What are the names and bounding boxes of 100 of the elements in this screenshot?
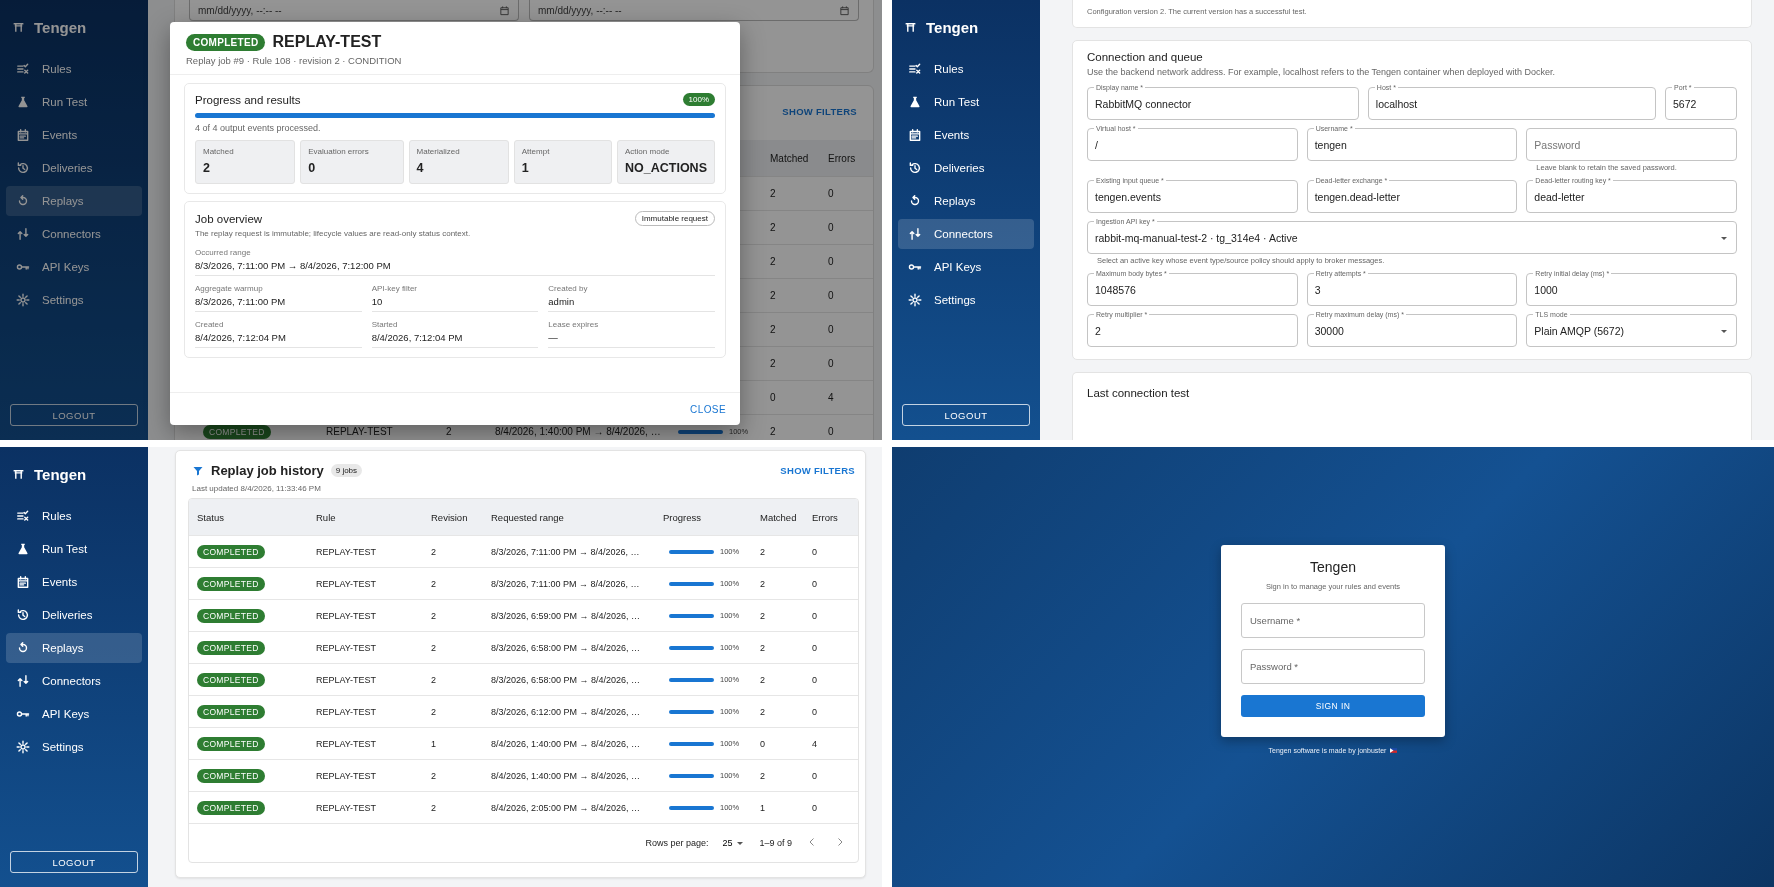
- table-cell-text: REPLAY-TEST: [325, 426, 394, 437]
- table-cell-text: 8/3/2026, 7:11:00 PM → 8/4/2026, …: [490, 546, 641, 557]
- card-description: Use the backend network address. For example, localhost refers to the Tengen container when deployed with Docker.: [1087, 67, 1557, 77]
- table-cell-text: 2: [445, 426, 453, 437]
- stat-value: 2: [203, 161, 211, 175]
- table-cell-text: 2: [759, 706, 766, 717]
- close-button[interactable]: CLOSE: [686, 399, 730, 419]
- stat-label: Evaluation errors: [308, 147, 370, 156]
- nav-item[interactable]: Rules: [6, 53, 142, 84]
- logout-button[interactable]: LOGOUT: [10, 404, 138, 426]
- table-cell-text: 2: [759, 770, 766, 781]
- login-title: Tengen: [1309, 559, 1357, 575]
- nav-item[interactable]: API Keys: [6, 251, 142, 282]
- table-cell-text: 0: [827, 290, 835, 301]
- table-cell-text: REPLAY-TEST: [315, 706, 378, 717]
- table-cell-text: 8/3/2026, 6:12:00 PM → 8/4/2026, …: [490, 706, 642, 717]
- nav-item[interactable]: API Keys: [6, 698, 142, 729]
- password-field[interactable]: Password: [1526, 124, 1737, 161]
- history-icon: [908, 160, 922, 175]
- table-cell-text: 8/4/2026, 1:40:00 PM → 8/4/2026, …: [490, 770, 642, 781]
- table-cell-text: 0: [827, 188, 835, 199]
- app-name: Tengen: [34, 465, 87, 483]
- status-badge: COMPLETED: [197, 608, 265, 623]
- nav-item[interactable]: Replays: [6, 632, 142, 663]
- table-cell-text: REPLAY-TEST: [315, 578, 378, 589]
- nav-item[interactable]: Events: [898, 119, 1034, 150]
- connector-icon: [908, 226, 922, 241]
- nav-item[interactable]: Settings: [6, 284, 142, 315]
- table-cell-text: 8/4/2026, 2:05:00 PM → 8/4/2026, …: [490, 802, 642, 813]
- progress-summary: 4 of 4 output events processed.: [195, 123, 322, 133]
- app-name: Tengen: [34, 18, 87, 36]
- rows-per-page-label: Rows per page:: [645, 838, 709, 848]
- nav-item[interactable]: Rules: [6, 500, 142, 531]
- table-cell-text: 2: [769, 256, 777, 267]
- gate-icon: [12, 20, 25, 34]
- app-name: Tengen: [926, 18, 979, 36]
- history-icon: [16, 607, 30, 622]
- page-range: 1–9 of 9: [759, 838, 792, 848]
- table-cell-text: 2: [430, 674, 437, 685]
- date-field[interactable]: mm/dd/yyyy, --:-- --: [529, 0, 859, 21]
- sign-in-button[interactable]: SIGN IN: [1241, 695, 1425, 717]
- column-header: Rule: [315, 511, 337, 523]
- nav-item[interactable]: Rules: [898, 53, 1034, 84]
- password-field[interactable]: Password *: [1241, 649, 1425, 684]
- dialog-subtitle: Replay job #9 · Rule 108 · revision 2 · CONDITION: [186, 55, 403, 66]
- column-header: Errors: [827, 152, 857, 164]
- table-cell-text: 2: [430, 706, 437, 717]
- logout-button[interactable]: LOGOUT: [10, 851, 138, 873]
- card-title: Replay job history: [211, 463, 324, 478]
- nav-item[interactable]: Replays: [898, 185, 1034, 216]
- table-cell-text: 8/3/2026, 7:11:00 PM → 8/4/2026, …: [490, 578, 641, 589]
- table-cell-text: 0: [811, 770, 818, 781]
- nav-item[interactable]: Settings: [898, 284, 1034, 315]
- nav-item[interactable]: Deliveries: [898, 152, 1034, 183]
- replay-icon: [908, 193, 922, 208]
- flask-icon: [16, 541, 30, 556]
- table-cell-text: 0: [811, 802, 818, 813]
- nav-item[interactable]: Deliveries: [6, 599, 142, 630]
- nav-item[interactable]: Events: [6, 566, 142, 597]
- table-cell-text: 0: [827, 358, 835, 369]
- calendar-icon: [839, 4, 850, 16]
- rows-per-page-select[interactable]: 25: [722, 838, 746, 848]
- flag-icon: [1390, 748, 1398, 753]
- nav-item[interactable]: Deliveries: [6, 152, 142, 183]
- table-cell-text: 2: [759, 546, 766, 557]
- nav-item[interactable]: Connectors: [6, 218, 142, 249]
- date-field[interactable]: mm/dd/yyyy, --:-- --: [189, 0, 519, 21]
- logout-button[interactable]: LOGOUT: [902, 404, 1030, 426]
- table-cell-text: 0: [827, 256, 835, 267]
- table-cell-text: 2: [430, 802, 437, 813]
- table-cell-text: REPLAY-TEST: [315, 674, 378, 685]
- column-header: Progress: [662, 511, 702, 523]
- table-cell-text: REPLAY-TEST: [315, 642, 378, 653]
- nav-item[interactable]: Run Test: [6, 533, 142, 564]
- table-cell-text: 0: [811, 674, 818, 685]
- history-icon: [16, 160, 30, 175]
- show-filters-link[interactable]: SHOW FILTERS: [780, 465, 855, 476]
- detail-label: API-key filter: [371, 284, 418, 293]
- nav-item[interactable]: API Keys: [898, 251, 1034, 282]
- connector-icon: [16, 673, 30, 688]
- table-cell-text: 0: [827, 222, 835, 233]
- table-cell-text: REPLAY-TEST: [315, 610, 378, 621]
- nav-item[interactable]: Connectors: [898, 218, 1034, 249]
- gate-icon: [904, 20, 917, 34]
- table-cell-text: 2: [769, 222, 777, 233]
- card-title: Connection and queue: [1087, 51, 1204, 63]
- nav-item[interactable]: Events: [6, 119, 142, 150]
- nav-item[interactable]: Run Test: [898, 86, 1034, 117]
- table-cell-text: 8/4/2026, 1:40:00 PM → 8/4/2026, …: [495, 426, 662, 437]
- connector-icon: [16, 226, 30, 241]
- nav-item[interactable]: Settings: [6, 731, 142, 762]
- nav-item[interactable]: Run Test: [6, 86, 142, 117]
- last-updated-text: Last updated 8/4/2026, 11:33:46 PM: [192, 484, 322, 493]
- card-title: Last connection test: [1087, 387, 1191, 399]
- table-cell-text: 0: [827, 324, 835, 335]
- stat-label: Attempt: [521, 147, 551, 156]
- nav-item[interactable]: Connectors: [6, 665, 142, 696]
- username-field[interactable]: Username *: [1241, 603, 1425, 638]
- column-header: Requested range: [490, 511, 565, 523]
- table-cell-text: 2: [769, 358, 777, 369]
